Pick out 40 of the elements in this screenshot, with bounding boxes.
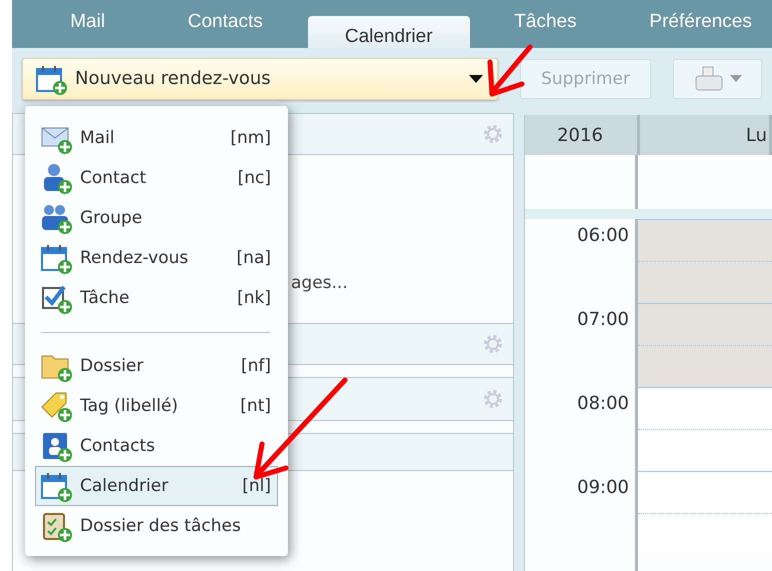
time-slot[interactable] (638, 387, 772, 429)
calendar-icon (40, 242, 72, 274)
settings-icon[interactable] (481, 387, 505, 411)
tag-icon (40, 390, 72, 422)
time-slot[interactable] (638, 219, 772, 261)
menu-item[interactable]: Dossier [nf] (35, 346, 278, 386)
settings-icon[interactable] (481, 332, 505, 356)
caret-icon (730, 75, 742, 82)
time-slot[interactable] (638, 429, 772, 471)
time-slot[interactable] (638, 471, 772, 513)
menu-item[interactable]: Tâche [nk] (35, 278, 278, 318)
time-slot[interactable] (638, 513, 772, 555)
new-appointment-button[interactable]: Nouveau rendez-vous (22, 58, 498, 100)
day-header[interactable]: Lu (640, 115, 772, 155)
menu-item[interactable]: Contacts (35, 426, 278, 466)
settings-icon[interactable] (481, 122, 505, 146)
menu-item[interactable]: Calendrier [nl] (35, 466, 278, 506)
menu-item[interactable]: Mail [nm] (35, 118, 278, 158)
time-slot[interactable] (638, 345, 772, 387)
menu-item[interactable]: Contact [nc] (35, 158, 278, 198)
tab[interactable]: Calendrier (308, 16, 470, 48)
people-icon (40, 202, 72, 234)
hour-label: 06:00 (576, 224, 630, 248)
caret-icon[interactable] (468, 74, 483, 82)
time-slot[interactable] (638, 303, 772, 345)
menu-item[interactable]: Rendez-vous [na] (35, 238, 278, 278)
menu-item[interactable]: Groupe (35, 198, 278, 238)
print-button[interactable] (673, 58, 762, 98)
calendar-icon (40, 470, 72, 502)
menu-item[interactable]: Dossier des tâches (35, 506, 278, 546)
hour-label: 08:00 (576, 392, 630, 416)
year-header: 2016 (525, 115, 640, 155)
hour-label: 07:00 (576, 308, 630, 332)
time-slot[interactable] (638, 261, 772, 303)
menu-item[interactable]: Tag (libellé) [nt] (35, 386, 278, 426)
clipboard-icon (40, 510, 72, 542)
panel-text: ages... (291, 273, 348, 293)
address-book-icon (40, 430, 72, 462)
hour-label: 09:00 (576, 476, 630, 500)
printer-icon (694, 66, 724, 92)
